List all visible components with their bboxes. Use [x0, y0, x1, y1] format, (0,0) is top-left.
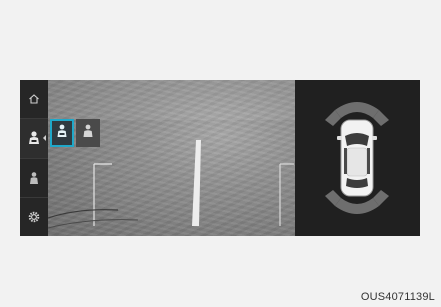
page: OUS4071139L	[0, 0, 441, 307]
gear-icon	[28, 211, 40, 223]
rear-sensor-zone	[335, 198, 379, 214]
parking-guide-icon	[28, 171, 40, 185]
side-rail	[20, 80, 48, 236]
home-button[interactable]	[20, 80, 48, 120]
rear-view-icon	[56, 123, 68, 144]
top-view-icon	[82, 123, 94, 144]
car-top-icon	[325, 102, 389, 214]
camera-view-selector	[50, 119, 100, 147]
settings-button[interactable]	[20, 198, 48, 236]
figure-code: OUS4071139L	[360, 291, 435, 303]
rear-view-button[interactable]	[50, 119, 74, 147]
home-icon	[28, 93, 40, 105]
camera-feed	[48, 80, 295, 236]
parking-sensor-panel	[295, 80, 420, 236]
expand-caret-icon	[43, 135, 46, 142]
display-screen	[20, 80, 420, 236]
camera-view-button[interactable]	[20, 119, 48, 159]
parking-guidelines	[48, 80, 295, 229]
camera-view-icon	[27, 130, 41, 146]
top-view-button[interactable]	[76, 119, 100, 147]
front-sensor-zone	[335, 102, 379, 118]
parking-stripe	[192, 140, 201, 226]
parking-guide-button[interactable]	[20, 159, 48, 198]
